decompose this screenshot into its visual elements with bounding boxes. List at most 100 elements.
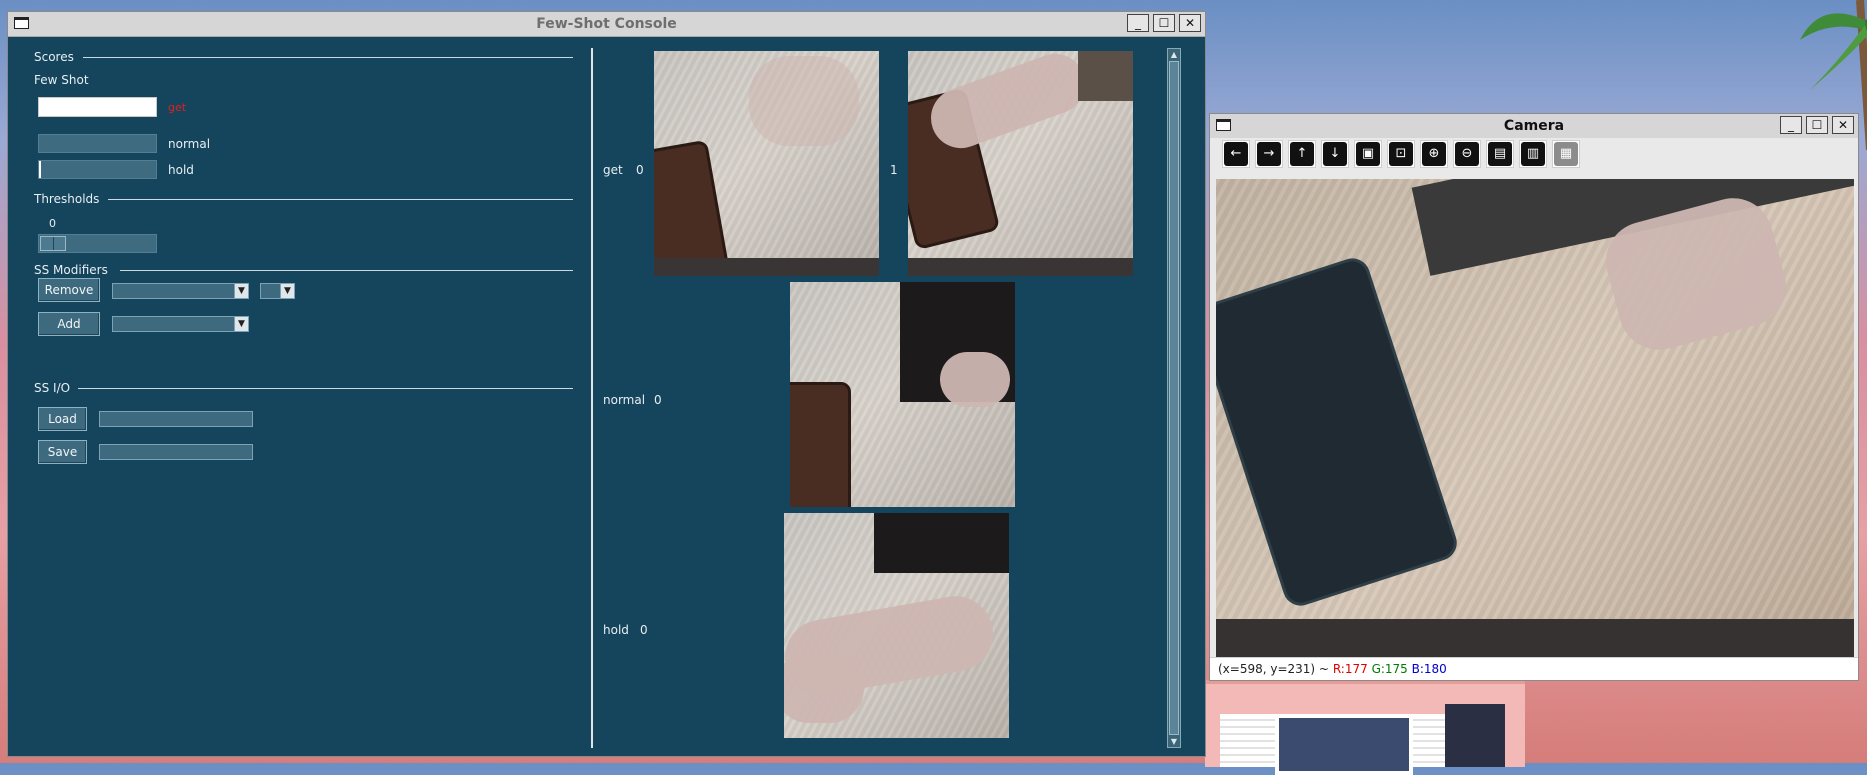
support-class-label-hold: hold <box>603 623 629 637</box>
save-disabled-button[interactable]: ▦ <box>1552 140 1580 168</box>
support-count-get-1: 1 <box>890 163 898 177</box>
camera-titlebar[interactable]: Camera _ ☐ ✕ <box>1210 114 1858 139</box>
close-button[interactable]: ✕ <box>1832 116 1854 134</box>
few-shot-console-window: Few-Shot Console _ ☐ ✕ Scores Few Shot g… <box>7 11 1206 757</box>
hand-in-image <box>940 352 1010 407</box>
thresholds-divider <box>108 199 573 200</box>
remove-button[interactable]: Remove <box>38 278 100 302</box>
threshold-slider[interactable] <box>38 234 157 253</box>
close-button[interactable]: ✕ <box>1179 14 1201 32</box>
pixel-green-value: G:175 <box>1371 662 1408 676</box>
save-icon: ▤ <box>1488 142 1512 166</box>
zoom-out-icon: ⊖ <box>1455 142 1479 166</box>
zoom-in-button[interactable]: ⊕ <box>1420 140 1448 168</box>
window-menu-icon[interactable] <box>1216 119 1231 131</box>
console-title: Few-Shot Console <box>536 16 677 32</box>
clipboard-icon: ▥ <box>1521 142 1545 166</box>
window-menu-icon[interactable] <box>14 17 29 29</box>
arrow-up-button[interactable]: ↑ <box>1288 140 1316 168</box>
hand-in-image <box>922 51 1094 157</box>
threshold-slider-handle[interactable] <box>40 236 66 251</box>
panel-divider[interactable] <box>591 48 593 748</box>
thresholds-section-label: Thresholds <box>34 192 100 206</box>
camera-feed[interactable] <box>1216 179 1854 659</box>
add-class-dropdown[interactable]: ▼ <box>112 316 249 332</box>
zoom-out-button[interactable]: ⊖ <box>1453 140 1481 168</box>
support-count-normal-0: 0 <box>654 393 662 407</box>
ss-modifiers-divider <box>120 270 573 271</box>
arrow-right-button[interactable]: → <box>1255 140 1283 168</box>
laptop-edge <box>908 258 1133 276</box>
chevron-down-icon[interactable]: ▼ <box>280 284 294 298</box>
arrow-down-button[interactable]: ↓ <box>1321 140 1349 168</box>
load-path-input[interactable] <box>99 411 253 427</box>
score-label-get: get <box>168 101 187 114</box>
camera-toolbar: ← → ↑ ↓ ▣ ⊡ ⊕ ⊖ ▤ ▥ ▦ <box>1210 138 1858 170</box>
house-decoration <box>1205 680 1525 775</box>
ss-modifiers-section-label: SS Modifiers <box>34 263 108 277</box>
camera-title: Camera <box>1503 118 1565 134</box>
sleeve-in-image <box>1078 51 1133 101</box>
camera-statusbar: (x=598, y=231) ~ R:177 G:175 B:180 <box>1210 657 1858 680</box>
pixel-blue-value: B:180 <box>1411 662 1447 676</box>
shutter-left <box>1220 714 1275 767</box>
load-button[interactable]: Load <box>38 407 87 431</box>
image-search-icon: ⊡ <box>1389 142 1413 166</box>
score-bar-hold-fill <box>39 161 41 178</box>
score-label-hold: hold <box>168 163 194 177</box>
image-search-button[interactable]: ⊡ <box>1387 140 1415 168</box>
remove-index-dropdown[interactable]: ▼ <box>260 283 295 299</box>
cursor-coords: (x=598, y=231) ~ <box>1218 662 1329 676</box>
minimize-button[interactable]: _ <box>1780 116 1802 134</box>
chevron-down-icon[interactable]: ▼ <box>234 317 248 331</box>
support-class-label-normal: normal <box>603 393 646 407</box>
ss-io-divider <box>78 388 573 389</box>
score-bar-normal <box>38 134 157 153</box>
hand-in-image <box>749 56 859 146</box>
maximize-button[interactable]: ☐ <box>1806 116 1828 134</box>
scroll-down-icon[interactable]: ▼ <box>1168 736 1180 747</box>
score-bar-hold <box>38 160 157 179</box>
arrow-left-button[interactable]: ← <box>1222 140 1250 168</box>
zoom-in-icon: ⊕ <box>1422 142 1446 166</box>
support-image-get-0[interactable] <box>654 51 879 276</box>
threshold-value: 0 <box>49 217 56 230</box>
minimize-button[interactable]: _ <box>1127 14 1149 32</box>
save-path-input[interactable] <box>99 444 253 460</box>
phone-in-image <box>790 382 851 507</box>
camera-window: Camera _ ☐ ✕ ← → ↑ ↓ ▣ ⊡ ⊕ ⊖ ▤ ▥ ▦ (x=598, y=231) … <box>1209 113 1859 681</box>
gallery-scrollbar[interactable]: ▲ ▼ <box>1167 48 1181 748</box>
support-image-normal-0[interactable] <box>790 282 1015 507</box>
maximize-button[interactable]: ☐ <box>1153 14 1175 32</box>
scores-section-label: Scores <box>34 50 74 64</box>
arrow-left-icon: ← <box>1224 142 1248 166</box>
support-image-hold-0[interactable] <box>784 513 1009 738</box>
scores-divider <box>83 57 573 58</box>
console-titlebar[interactable]: Few-Shot Console _ ☐ ✕ <box>8 12 1205 37</box>
house-window <box>1275 714 1413 775</box>
arrow-right-icon: → <box>1257 142 1281 166</box>
image-button[interactable]: ▣ <box>1354 140 1382 168</box>
phone-in-feed <box>1216 253 1462 611</box>
scroll-up-icon[interactable]: ▲ <box>1168 49 1180 60</box>
support-image-get-1[interactable] <box>908 51 1133 276</box>
save-button[interactable]: Save <box>38 440 87 464</box>
arrow-up-icon: ↑ <box>1290 142 1314 166</box>
clipboard-button[interactable]: ▥ <box>1519 140 1547 168</box>
score-bar-get <box>38 97 157 117</box>
support-count-get-0: 0 <box>636 163 644 177</box>
remove-class-dropdown[interactable]: ▼ <box>112 283 249 299</box>
chevron-down-icon[interactable]: ▼ <box>234 284 248 298</box>
add-button[interactable]: Add <box>38 312 100 336</box>
arrow-down-icon: ↓ <box>1323 142 1347 166</box>
save-button[interactable]: ▤ <box>1486 140 1514 168</box>
few-shot-label: Few Shot <box>34 73 89 87</box>
support-class-label-get: get <box>603 163 623 177</box>
laptop-edge <box>1216 619 1854 659</box>
scrollbar-thumb[interactable] <box>1169 61 1179 735</box>
image-icon: ▣ <box>1356 142 1380 166</box>
pixel-red-value: R:177 <box>1332 662 1368 676</box>
slider-grip <box>53 237 54 250</box>
ss-io-section-label: SS I/O <box>34 381 71 395</box>
hand-in-image <box>784 653 864 723</box>
